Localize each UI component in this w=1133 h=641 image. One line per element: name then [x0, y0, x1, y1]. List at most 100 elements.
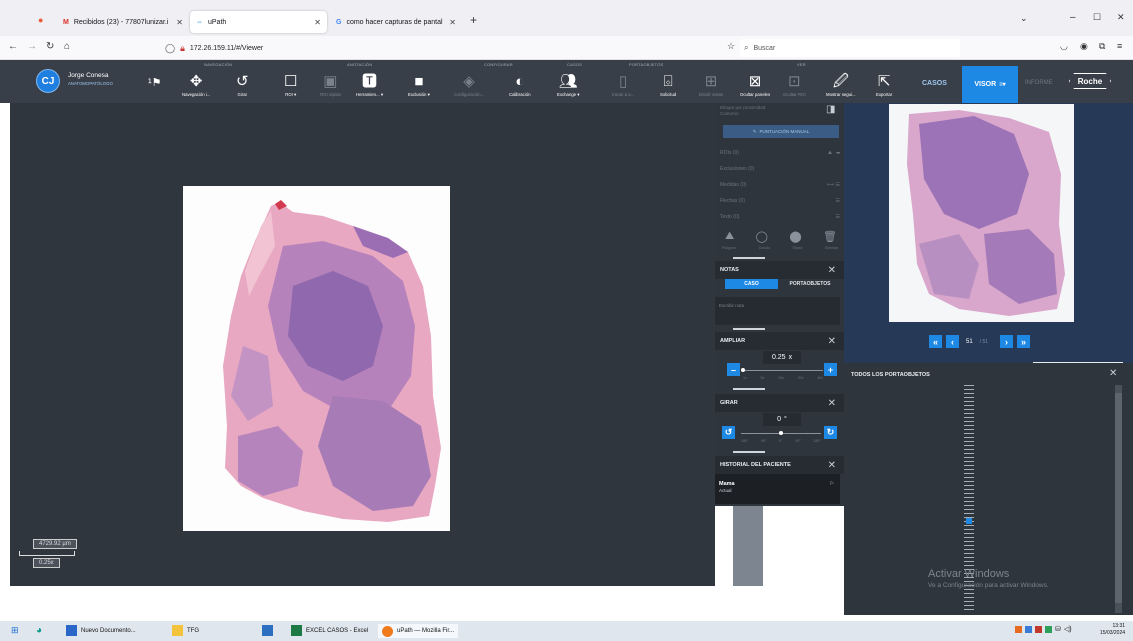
- scroll-handle[interactable]: [733, 257, 765, 259]
- zoom-slider[interactable]: [743, 370, 823, 371]
- extensions-icon[interactable]: ⧉: [1099, 41, 1105, 52]
- forward-button[interactable]: →: [27, 41, 37, 52]
- nav-visor[interactable]: VISOR ≡▾: [962, 66, 1018, 103]
- lock-icon[interactable]: 🔒︎: [180, 43, 185, 54]
- tab-gmail[interactable]: M Recibidos (23) - 77807lunizar.i ✕: [57, 11, 189, 33]
- taskbar-item-excel[interactable]: EXCEL CASOS - Excel: [291, 625, 368, 636]
- polygon-icon[interactable]: ⛰: [725, 230, 734, 243]
- herramientas-button[interactable]: 🆃︎ Herramien... ▾: [356, 74, 383, 98]
- close-icon[interactable]: ✕: [828, 398, 836, 409]
- medidas-row[interactable]: Medidas (0) ⟷ ☰: [720, 182, 840, 188]
- scroll-handle[interactable]: [733, 328, 765, 330]
- circle-icon[interactable]: ◯: [756, 230, 768, 243]
- url-bar[interactable]: ◯ 🔒︎ 172.26.159.11/#/Viewer: [165, 39, 710, 57]
- puntuacion-manual-button[interactable]: ✎ PUNTUACIÓN MANUAL: [723, 125, 839, 138]
- nav-informe[interactable]: INFORME: [1025, 80, 1053, 86]
- media-app-icon[interactable]: [262, 625, 273, 636]
- pocket-icon[interactable]: ◡: [1060, 41, 1068, 52]
- zoom-in-button[interactable]: +: [824, 363, 837, 376]
- zoom-value-field[interactable]: 0.25 x: [763, 351, 801, 364]
- flechas-row[interactable]: Flechas (0) ☰: [720, 198, 840, 204]
- rotation-slider-handle[interactable]: [779, 431, 783, 435]
- panel-layout-icon[interactable]: ◨: [826, 104, 835, 115]
- tab-google[interactable]: G como hacer capturas de pantal ✕: [330, 11, 462, 33]
- slide-thumbnail[interactable]: [889, 104, 1074, 322]
- next-slide-button[interactable]: ›: [1000, 335, 1014, 348]
- last-slide-button[interactable]: »: [1017, 335, 1031, 348]
- exclusion-button[interactable]: ■ Exclusión ▾: [408, 74, 430, 98]
- taskbar-item-word[interactable]: Nuevo Documento...: [66, 625, 136, 636]
- firefox-view-icon[interactable]: ●: [38, 15, 43, 25]
- rois-row[interactable]: ROIs (0) ⛰ ☰: [720, 150, 840, 156]
- search-input[interactable]: ⌕ Buscar: [740, 39, 960, 57]
- tab-upath[interactable]: ⇔ uPath ✕: [190, 11, 327, 33]
- back-button[interactable]: ←: [8, 41, 18, 52]
- exchange-button[interactable]: 👥︎ Exchange ▾: [557, 74, 579, 98]
- menu-icon[interactable]: ≡: [1117, 41, 1122, 51]
- rotation-value-field[interactable]: 0 °: [763, 413, 801, 426]
- close-window-button[interactable]: ✕: [1117, 12, 1125, 23]
- nav-casos[interactable]: CASOS: [922, 80, 947, 87]
- scroll-handle[interactable]: [733, 388, 765, 390]
- new-tab-button[interactable]: +: [470, 13, 477, 27]
- prev-slide-button[interactable]: ‹: [946, 335, 959, 348]
- home-icon[interactable]: ⌂: [64, 41, 70, 52]
- scrollbar[interactable]: [1115, 385, 1122, 613]
- maximize-button[interactable]: ☐: [1093, 12, 1101, 23]
- mostrar-seguimiento-button[interactable]: 🖉︎ Mostrar segui...: [826, 74, 856, 97]
- girar-button[interactable]: ↺ Girar: [236, 74, 249, 97]
- ocultar-paneles-button[interactable]: ⊠ Ocultar paneles: [740, 74, 770, 97]
- zoom-out-button[interactable]: –: [727, 363, 740, 376]
- rotate-right-button[interactable]: ↻: [824, 426, 837, 439]
- texto-row[interactable]: Texto (0) ☰: [720, 214, 840, 220]
- clock[interactable]: 13:31 15/03/2024: [1100, 623, 1125, 637]
- iniciar-button[interactable]: ▯ Iniciar a a...: [612, 74, 634, 97]
- avatar[interactable]: CJ: [36, 69, 60, 93]
- dividir-vistas-button[interactable]: ⊞ Dividir vistas: [699, 74, 723, 97]
- shield-icon[interactable]: ◯: [165, 43, 175, 54]
- roi-rapida-button[interactable]: ▣ ROI rápida: [320, 74, 341, 97]
- tab-caso[interactable]: CASO: [725, 279, 778, 289]
- minimize-button[interactable]: –: [1070, 12, 1076, 23]
- flag-icon[interactable]: ¹⚑: [148, 76, 162, 89]
- bookmark-star-icon[interactable]: ☆: [727, 41, 735, 52]
- slide-viewer[interactable]: 4729.92 µm 0.25x: [10, 103, 715, 586]
- close-icon[interactable]: ✕: [176, 18, 183, 27]
- close-icon[interactable]: ✕: [449, 18, 456, 27]
- url-text[interactable]: 172.26.159.11/#/Viewer: [190, 45, 263, 52]
- note-input[interactable]: Escribir nota: [715, 297, 840, 325]
- navegacion-button[interactable]: ✥ Navegación i...: [182, 74, 210, 97]
- ellipse-icon[interactable]: ⬤: [789, 230, 801, 243]
- tab-portaobjetos[interactable]: PORTAOBJETOS: [781, 279, 839, 289]
- taskbar-item-firefox[interactable]: uPath — Mozilla Fir...: [378, 624, 459, 638]
- scrollbar-thumb[interactable]: [1115, 393, 1122, 603]
- roi-button[interactable]: ☐ ROI ▾: [284, 74, 297, 98]
- configuracion-button[interactable]: ◈ Configuración...: [454, 74, 484, 97]
- account-icon[interactable]: ◉: [1080, 41, 1088, 52]
- scroll-handle[interactable]: [733, 451, 765, 453]
- list-tabs-icon[interactable]: ⌄: [1020, 13, 1028, 24]
- trash-icon[interactable]: 🗑︎: [823, 230, 837, 243]
- reload-button[interactable]: ↻: [46, 41, 54, 52]
- solicitud-button[interactable]: ⌺ Solicitud: [660, 74, 676, 97]
- close-icon[interactable]: ✕: [828, 460, 836, 471]
- windows-start-icon[interactable]: ⊞: [11, 625, 19, 636]
- slide-list-selected[interactable]: [966, 518, 972, 524]
- rotate-left-button[interactable]: ↺: [722, 426, 735, 439]
- zoom-slider-handle[interactable]: [741, 368, 745, 372]
- calibracion-button[interactable]: ◐ Calibración: [509, 74, 531, 97]
- close-icon[interactable]: ✕: [828, 265, 836, 276]
- ocultar-roi-button[interactable]: ⊡ Ocultar ROI: [783, 74, 806, 97]
- slide-image[interactable]: [183, 186, 450, 531]
- detect-options[interactable]: Dibujar por proximidad Contorno: [720, 105, 765, 117]
- system-tray[interactable]: ⛁ ◁): [1015, 625, 1072, 633]
- exportar-button[interactable]: ⇱ Exportar: [876, 74, 892, 97]
- close-icon[interactable]: ✕: [1109, 368, 1117, 379]
- close-icon[interactable]: ✕: [314, 18, 321, 27]
- taskbar-item-tfg[interactable]: TFG: [172, 625, 199, 636]
- first-slide-button[interactable]: «: [929, 335, 942, 348]
- edge-icon[interactable]: ◕: [36, 625, 42, 636]
- historial-item[interactable]: Mama Actual ⚐: [715, 474, 840, 504]
- exclusiones-row[interactable]: Exclusiones (0): [720, 166, 840, 172]
- close-icon[interactable]: ✕: [828, 336, 836, 347]
